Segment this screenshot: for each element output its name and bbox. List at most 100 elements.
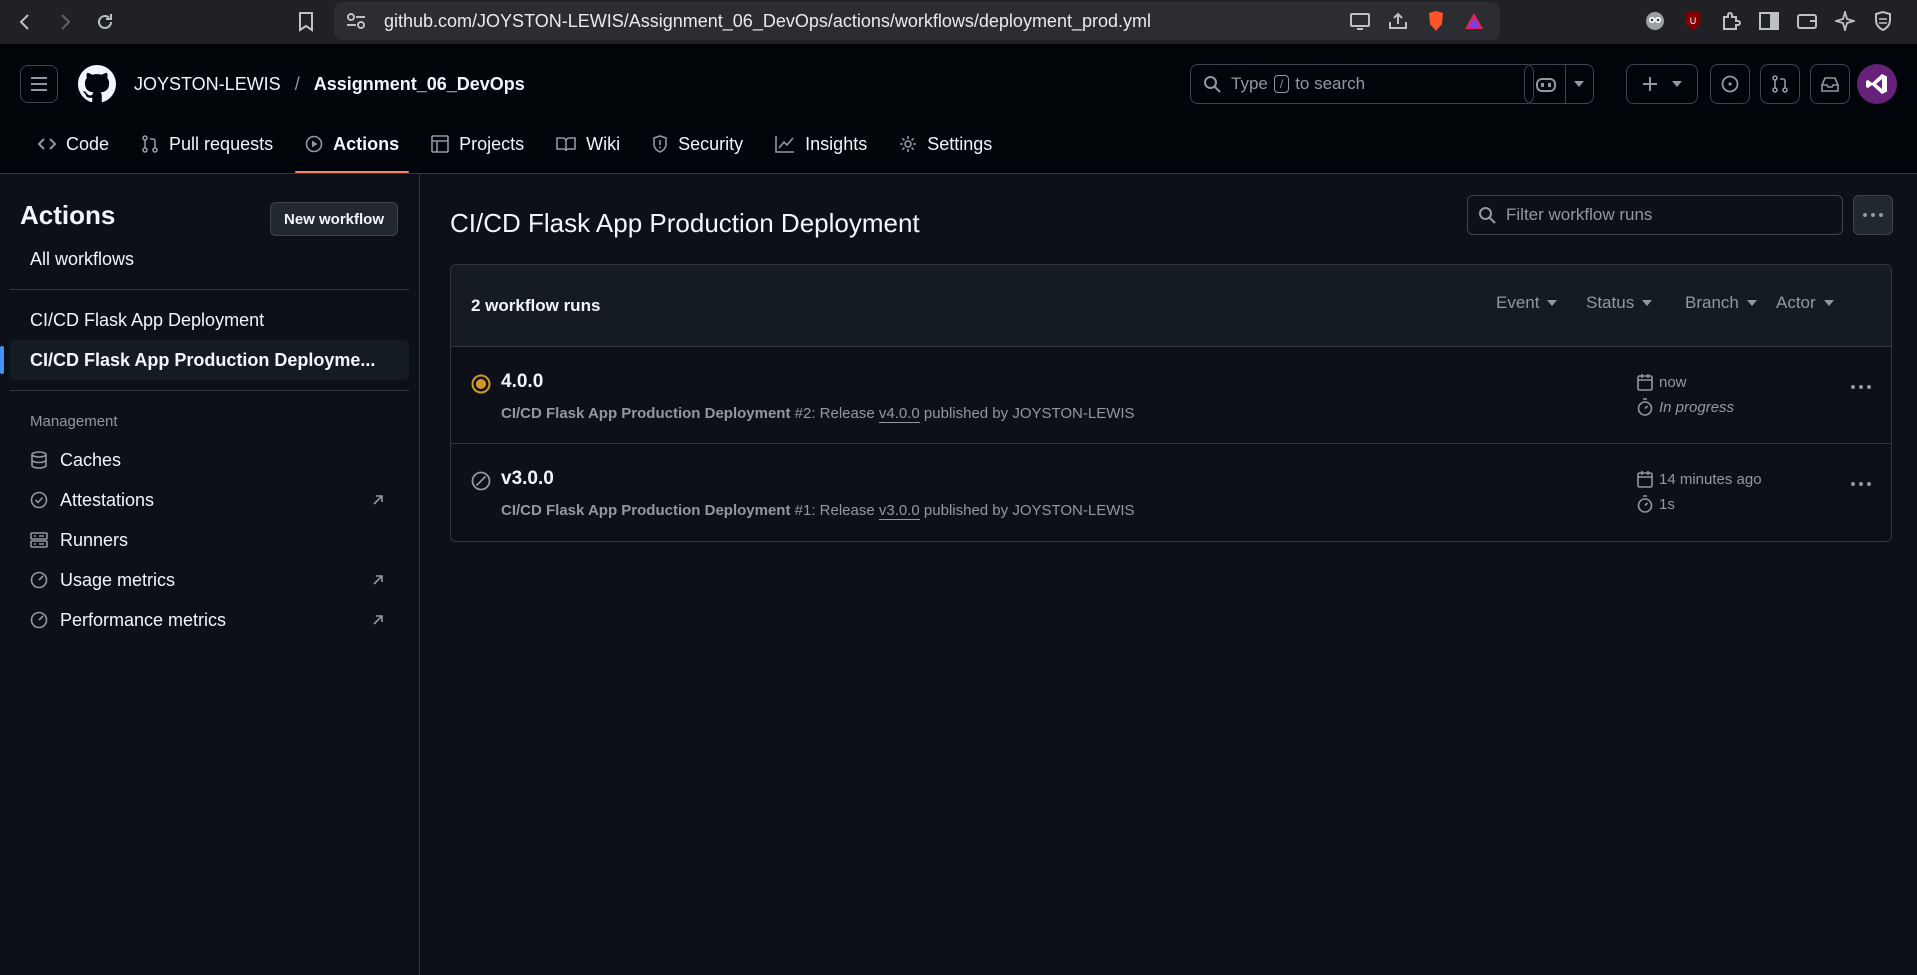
workflow-item[interactable]: CI/CD Flask App Deployment (10, 300, 409, 340)
hamburger-icon (31, 77, 47, 91)
site-settings-icon[interactable] (346, 13, 368, 29)
tab-code[interactable]: Code (28, 115, 119, 173)
more-options-button[interactable] (1853, 195, 1893, 235)
sidebar-item-label: Usage metrics (60, 569, 176, 590)
run-description: CI/CD Flask App Production Deployment #1… (501, 502, 1135, 520)
search-suffix: to search (1295, 74, 1366, 93)
repo-name-link[interactable]: Assignment_06_DevOps (314, 74, 525, 95)
filter-label: Branch (1685, 293, 1739, 312)
run-description: CI/CD Flask App Production Deployment #2… (501, 405, 1135, 423)
svg-text:U: U (1690, 16, 1697, 26)
runs-table: 2 workflow runs Event Status Branch Acto… (450, 264, 1892, 542)
actions-sidebar: Actions New workflow All workflows CI/CD… (0, 174, 420, 975)
pull-request-icon (1772, 75, 1788, 93)
sidebar-item-usage-metrics[interactable]: Usage metrics (10, 560, 409, 600)
table-icon (431, 135, 449, 153)
filter-label: Event (1496, 293, 1540, 312)
release-tag-link[interactable]: v3.0.0 (878, 502, 920, 520)
divider (10, 390, 409, 391)
tab-wiki[interactable]: Wiki (546, 115, 630, 173)
bookmark-icon[interactable] (292, 8, 320, 36)
workflow-item-selected[interactable]: CI/CD Flask App Production Deployme... (0, 340, 409, 380)
pull-requests-button[interactable] (1760, 64, 1800, 104)
kebab-horizontal-icon[interactable] (1851, 482, 1871, 486)
run-duration-text: In progress (1659, 398, 1735, 416)
run-title[interactable]: v3.0.0 (501, 468, 554, 490)
sidebar-toggle-icon[interactable] (1757, 9, 1781, 33)
external-link-icon (373, 575, 383, 585)
back-icon[interactable] (12, 9, 38, 35)
tab-label: Code (66, 133, 110, 154)
create-new-button[interactable] (1626, 64, 1698, 104)
meter-icon (30, 571, 48, 589)
tab-insights[interactable]: Insights (765, 115, 877, 173)
avatar[interactable] (1857, 64, 1897, 104)
filter-event-dropdown[interactable]: Event (1496, 293, 1558, 313)
external-link-icon (373, 615, 383, 625)
release-tag-link[interactable]: v4.0.0 (878, 405, 920, 423)
filter-status-dropdown[interactable]: Status (1586, 293, 1653, 313)
run-timestamp: 14 minutes ago (1659, 470, 1762, 488)
graph-icon (775, 136, 795, 153)
filter-actor-dropdown[interactable]: Actor (1776, 293, 1834, 313)
vpn-icon[interactable] (1871, 9, 1895, 33)
forward-icon[interactable] (52, 9, 78, 35)
tab-projects[interactable]: Projects (421, 115, 534, 173)
wallet-icon[interactable] (1795, 9, 1819, 33)
table-row[interactable]: v3.0.0 CI/CD Flask App Production Deploy… (451, 444, 1891, 541)
run-timestamp: now (1659, 373, 1687, 391)
repo-owner-link[interactable]: JOYSTON-LEWIS (134, 74, 281, 95)
tab-label: Projects (459, 133, 525, 154)
book-icon (556, 137, 576, 152)
reload-icon[interactable] (92, 9, 118, 35)
address-bar[interactable]: github.com/JOYSTON-LEWIS/Assignment_06_D… (334, 2, 1500, 40)
kebab-horizontal-icon[interactable] (1851, 385, 1871, 389)
share-icon[interactable] (1386, 10, 1410, 32)
sidebar-item-runners[interactable]: Runners (10, 520, 409, 560)
sidebar-item-label: Runners (60, 529, 129, 550)
sidebar-item-caches[interactable]: Caches (10, 440, 409, 480)
global-search[interactable]: Type / to search (1190, 64, 1534, 104)
external-link-icon (373, 495, 383, 505)
url-text[interactable]: github.com/JOYSTON-LEWIS/Assignment_06_D… (384, 11, 1151, 32)
tab-label: Wiki (586, 133, 621, 154)
extensions-puzzle-icon[interactable] (1719, 9, 1743, 33)
cancelled-icon (471, 471, 491, 491)
search-icon (1204, 76, 1221, 93)
tab-pull-requests[interactable]: Pull requests (131, 115, 283, 173)
tab-security[interactable]: Security (642, 115, 753, 173)
run-number: #2: Release (794, 405, 875, 422)
run-title[interactable]: 4.0.0 (501, 371, 543, 393)
filter-label: Status (1586, 293, 1635, 312)
new-workflow-button[interactable]: New workflow (270, 202, 398, 236)
github-logo-icon[interactable] (78, 65, 116, 103)
ublock-icon[interactable]: U (1681, 9, 1705, 33)
tab-settings[interactable]: Settings (889, 115, 1002, 173)
copilot-button[interactable] (1524, 64, 1594, 104)
sidebar-item-attestations[interactable]: Attestations (10, 480, 409, 520)
all-workflows-link[interactable]: All workflows (10, 239, 409, 279)
brave-rewards-icon[interactable] (1462, 10, 1486, 32)
menu-button[interactable] (20, 65, 58, 103)
filter-runs-input[interactable]: Filter workflow runs (1467, 195, 1843, 235)
tab-actions[interactable]: Actions (295, 115, 410, 173)
leo-ai-icon[interactable] (1833, 9, 1857, 33)
filter-branch-dropdown[interactable]: Branch (1685, 293, 1757, 313)
cast-icon[interactable] (1348, 10, 1372, 32)
visual-studio-icon (1866, 74, 1887, 94)
run-duration: 1s (1637, 495, 1675, 513)
chevron-down-icon (1746, 300, 1757, 306)
inbox-button[interactable] (1810, 64, 1850, 104)
extension-owl-icon[interactable] (1643, 9, 1667, 33)
repo-tabs: Code Pull requests Actions Projects Wiki… (28, 115, 1014, 173)
brave-shields-icon[interactable] (1424, 10, 1448, 32)
sidebar-item-performance-metrics[interactable]: Performance metrics (10, 600, 409, 640)
sidebar-item-label: Caches (60, 449, 122, 470)
table-row[interactable]: 4.0.0 CI/CD Flask App Production Deploym… (451, 347, 1891, 444)
tab-label: Insights (805, 133, 868, 154)
copilot-icon (1535, 78, 1556, 92)
issues-button[interactable] (1710, 64, 1750, 104)
breadcrumb: JOYSTON-LEWIS / Assignment_06_DevOps (134, 74, 525, 95)
run-duration: In progress (1637, 398, 1734, 416)
tab-label: Pull requests (169, 133, 274, 154)
